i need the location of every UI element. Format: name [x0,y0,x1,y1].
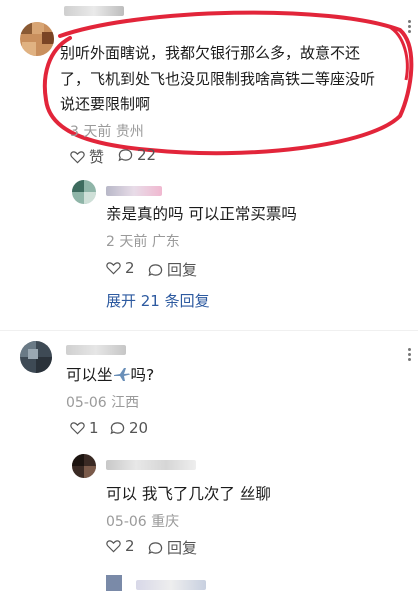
reply-button[interactable]: 回复 [148,537,197,558]
comment-icon [148,541,163,554]
comment-icon [118,149,133,162]
more-icon[interactable] [408,18,412,35]
comment-location: 广东 [151,234,180,250]
divider [0,330,418,331]
comment-meta: 05-06 江西 [66,392,139,412]
username-blurred[interactable] [66,345,126,355]
comment-text: 别听外面瞎说，我都欠银行那么多，故意不还 [60,44,361,62]
like-label: 赞 [89,148,105,166]
comment-date: 05-06 [66,395,107,411]
airplane-emoji [113,368,130,381]
username-blurred[interactable] [106,460,196,470]
avatar[interactable] [72,454,96,478]
comment-date: 3 天前 [70,124,112,140]
reply-count: 20 [129,419,149,437]
reply-button[interactable]: 回复 [148,259,197,280]
comment-date: 2 天前 [106,234,148,250]
reply-label: 回复 [167,539,198,557]
username-blurred[interactable] [136,580,206,590]
comment-text: 可以坐 吗? [66,366,155,384]
reply-label: 回复 [167,261,198,279]
username-blurred[interactable] [64,6,124,16]
avatar[interactable] [106,575,122,591]
reply-count: 22 [137,146,157,164]
expand-replies-button[interactable]: 展开 21 条回复 [106,290,210,311]
comment-location: 重庆 [151,514,180,530]
avatar[interactable] [20,341,52,373]
comment-icon [148,263,163,276]
like-count: 1 [89,419,99,437]
reply-text: 亲是真的吗 可以正常买票吗 [106,205,297,223]
avatar[interactable] [72,180,96,204]
comment-text: 说还要限制啊 [60,95,151,113]
heart-icon [70,422,85,435]
like-count: 2 [125,537,135,555]
comment-date: 05-06 [106,514,147,530]
like-button[interactable]: 2 [106,259,135,277]
comment-location: 贵州 [115,124,144,140]
like-button[interactable]: 1 [70,419,99,437]
reply-text: 可以 我飞了几次了 丝聊 [106,485,271,503]
username-blurred[interactable] [106,186,162,196]
reply-button[interactable]: 20 [110,419,148,437]
comment-meta: 3 天前 贵州 [70,121,144,141]
reply-button[interactable]: 22 [118,146,156,164]
heart-icon [106,262,121,275]
heart-icon [106,540,121,553]
more-icon[interactable] [408,346,412,363]
comment-text: 了，飞机到处飞也没见限制我啥高铁二等座没听 [60,70,376,88]
avatar[interactable] [20,22,54,56]
comment-meta: 05-06 重庆 [106,511,179,531]
like-button[interactable]: 2 [106,537,135,555]
comment-icon [110,422,125,435]
like-count: 2 [125,259,135,277]
heart-icon [70,150,85,163]
comment-meta: 2 天前 广东 [106,231,180,251]
like-button[interactable]: 赞 [70,146,104,167]
comment-location: 江西 [111,395,140,411]
